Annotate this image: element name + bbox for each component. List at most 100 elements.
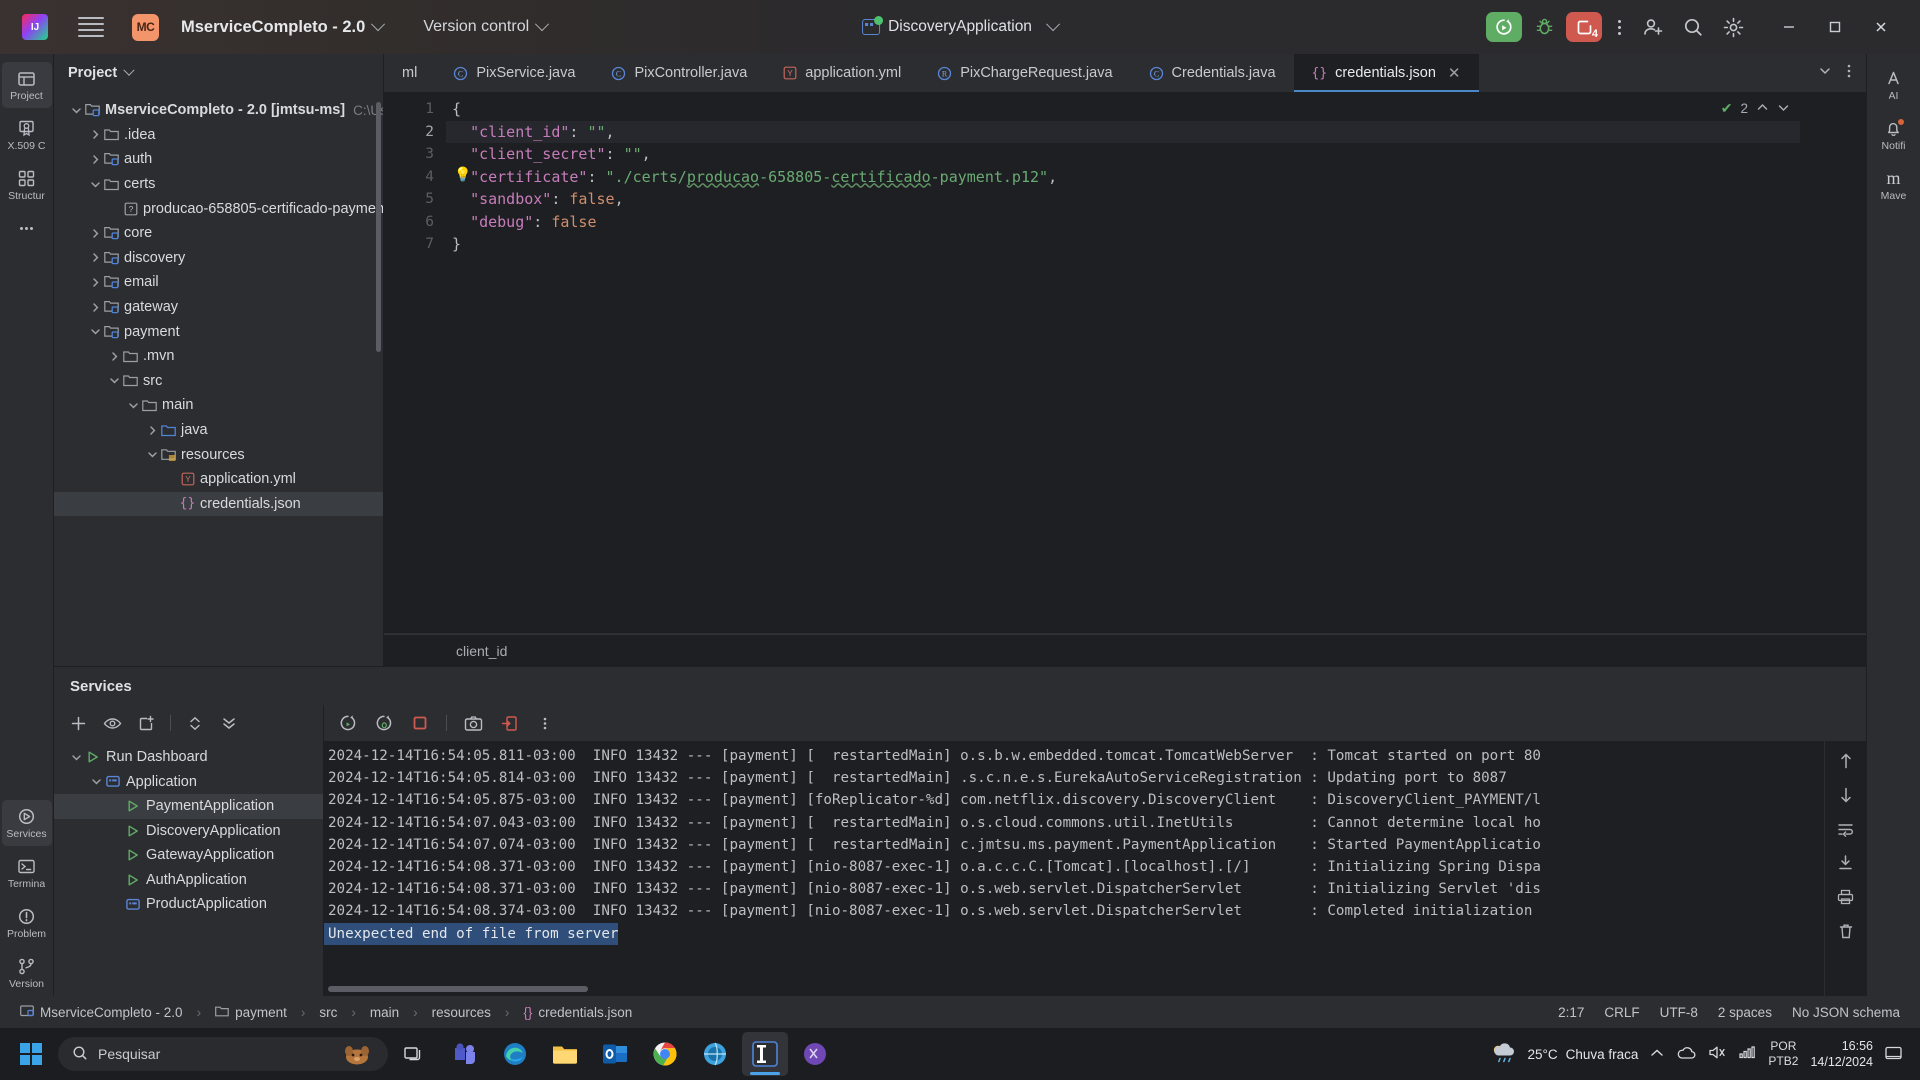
sidebar-item-version-control[interactable]: Version	[2, 950, 52, 996]
taskbar-app-teams[interactable]	[442, 1032, 488, 1076]
search-icon[interactable]	[1676, 12, 1710, 42]
file-encoding[interactable]: UTF-8	[1652, 1005, 1706, 1020]
line-separator[interactable]: CRLF	[1596, 1005, 1647, 1020]
chevron-right-icon[interactable]	[144, 422, 160, 438]
stop-button[interactable]: 4	[1566, 12, 1602, 42]
tree-node-java[interactable]: java	[54, 418, 383, 443]
stop-process-icon[interactable]	[410, 713, 430, 733]
sidebar-item-ai-assistant[interactable]: AI	[1869, 62, 1919, 108]
chevron-right-icon[interactable]	[87, 127, 103, 143]
rerun-debug-icon[interactable]	[374, 713, 394, 733]
start-button[interactable]	[8, 1034, 54, 1074]
sidebar-item-maven[interactable]: m Mave	[1869, 162, 1919, 208]
gear-icon[interactable]	[1716, 12, 1750, 42]
services-tree[interactable]: Run Dashboard Application PaymentApplicati…	[54, 741, 323, 996]
chevron-down-icon[interactable]	[68, 102, 84, 118]
taskbar-app-vscode-insiders[interactable]	[792, 1032, 838, 1076]
taskbar-app-browser[interactable]	[692, 1032, 738, 1076]
code-content[interactable]: { "client_id": "", "client_secret": "", …	[446, 92, 1800, 634]
code-line[interactable]: "sandbox": false,	[446, 188, 1800, 211]
scroll-down-icon[interactable]	[1836, 785, 1856, 805]
expand-collapse-icon[interactable]	[185, 713, 205, 733]
tree-node-credentials-json[interactable]: {} credentials.json	[54, 491, 383, 517]
soft-wrap-icon[interactable]	[1836, 819, 1856, 839]
service-node-authapplication[interactable]: AuthApplication	[54, 868, 323, 893]
editor-options-icon[interactable]	[1840, 63, 1858, 84]
network-icon[interactable]	[1738, 1045, 1756, 1063]
tree-node-gateway[interactable]: gateway	[54, 295, 383, 320]
status-path-payment[interactable]: payment	[207, 1005, 295, 1020]
language-indicator[interactable]: POR PTB2	[1768, 1039, 1798, 1069]
tab-list-icon[interactable]	[1812, 64, 1838, 83]
chevron-right-icon[interactable]	[87, 250, 103, 266]
project-selector[interactable]: MserviceCompleto - 2.0	[173, 17, 386, 37]
service-node-run-dashboard[interactable]: Run Dashboard	[54, 745, 323, 770]
status-path-main[interactable]: main	[362, 1005, 407, 1020]
chevron-right-icon[interactable]	[106, 348, 122, 364]
clear-all-icon[interactable]	[1836, 921, 1856, 941]
chevron-right-icon[interactable]	[87, 299, 103, 315]
add-account-icon[interactable]	[1636, 12, 1670, 42]
tab-pixchargerequest-java[interactable]: R PixChargeRequest.java	[919, 54, 1130, 92]
console-hscrollbar[interactable]	[328, 986, 588, 992]
tab-credentials-java[interactable]: C Credentials.java	[1131, 54, 1294, 92]
code-line[interactable]: {	[446, 98, 1800, 121]
debug-button[interactable]	[1528, 12, 1560, 42]
tab-pixcontroller-java[interactable]: C PixController.java	[593, 54, 765, 92]
chevron-down-icon[interactable]	[144, 447, 160, 463]
service-node-discoveryapplication[interactable]: DiscoveryApplication	[54, 819, 323, 844]
sidebar-item-notifications[interactable]: Notifi	[1869, 112, 1919, 158]
tree-node-resources[interactable]: resources	[54, 442, 383, 467]
sidebar-item-terminal[interactable]: Termina	[2, 850, 52, 896]
task-view-button[interactable]	[392, 1032, 438, 1076]
code-line[interactable]: "certificate": "./certs/producao-658805-…	[446, 166, 1800, 189]
status-project-item[interactable]: MserviceCompleto - 2.0	[12, 1004, 191, 1020]
tab-ml[interactable]: ml	[384, 54, 435, 92]
project-panel-header[interactable]: Project	[54, 54, 383, 92]
taskbar-search[interactable]: Pesquisar	[58, 1037, 388, 1071]
sidebar-item-more[interactable]	[2, 212, 52, 244]
onedrive-icon[interactable]	[1676, 1046, 1696, 1063]
sidebar-item-services[interactable]: Services	[1, 800, 52, 846]
caret-position[interactable]: 2:17	[1550, 1005, 1592, 1020]
close-tab-icon[interactable]: ✕	[1448, 64, 1461, 82]
tab-pixservice-java[interactable]: C PixService.java	[435, 54, 593, 92]
code-line[interactable]: "client_secret": "",	[446, 143, 1800, 166]
service-node-application[interactable]: Application	[54, 770, 323, 795]
inspection-widget[interactable]: ✔ 2	[1721, 100, 1790, 117]
tab-application-yml[interactable]: Yapplication.yml	[765, 54, 919, 92]
filter-eye-icon[interactable]	[102, 713, 122, 733]
service-node-paymentapplication[interactable]: PaymentApplication	[54, 794, 323, 819]
chevron-down-icon[interactable]	[88, 774, 104, 790]
chevron-down-icon[interactable]	[125, 397, 141, 413]
status-path-src[interactable]: src	[311, 1005, 345, 1020]
tree-node-discovery[interactable]: discovery	[54, 246, 383, 271]
new-tab-icon[interactable]	[136, 713, 156, 733]
next-problem-icon[interactable]	[1777, 101, 1790, 117]
project-tree-scrollbar[interactable]	[376, 102, 381, 352]
scroll-up-icon[interactable]	[1836, 751, 1856, 771]
scroll-to-end-icon[interactable]	[1836, 853, 1856, 873]
service-node-gatewayapplication[interactable]: GatewayApplication	[54, 843, 323, 868]
chevron-right-icon[interactable]	[87, 225, 103, 241]
code-line[interactable]: "debug": false	[446, 211, 1800, 234]
chevron-down-icon[interactable]	[68, 749, 84, 765]
prev-problem-icon[interactable]	[1756, 101, 1769, 117]
code-line[interactable]: }	[446, 233, 1800, 256]
console-more-icon[interactable]	[535, 713, 555, 733]
copilot-icon[interactable]	[340, 1040, 374, 1069]
tree-node-mservicecompleto-2-0-jmtsu-ms-[interactable]: MserviceCompleto - 2.0 [jmtsu-ms]C:\Use	[54, 98, 383, 123]
main-menu-button[interactable]	[78, 16, 104, 38]
taskbar-clock[interactable]: 16:56 14/12/2024	[1810, 1038, 1873, 1071]
chevron-down-icon[interactable]	[87, 324, 103, 340]
run-configuration-selector[interactable]: DiscoveryApplication	[854, 14, 1066, 40]
notification-center-icon[interactable]	[1885, 1046, 1902, 1063]
indent-setting[interactable]: 2 spaces	[1710, 1005, 1780, 1020]
add-service-icon[interactable]	[68, 713, 88, 733]
tree-node-core[interactable]: core	[54, 221, 383, 246]
taskbar-weather[interactable]: 25°C Chuva fraca	[1489, 1042, 1638, 1067]
maximize-button[interactable]	[1812, 0, 1858, 54]
project-badge[interactable]: MC	[132, 13, 159, 41]
tree-node-main[interactable]: main	[54, 393, 383, 418]
version-control-menu[interactable]: Version control	[423, 17, 550, 36]
